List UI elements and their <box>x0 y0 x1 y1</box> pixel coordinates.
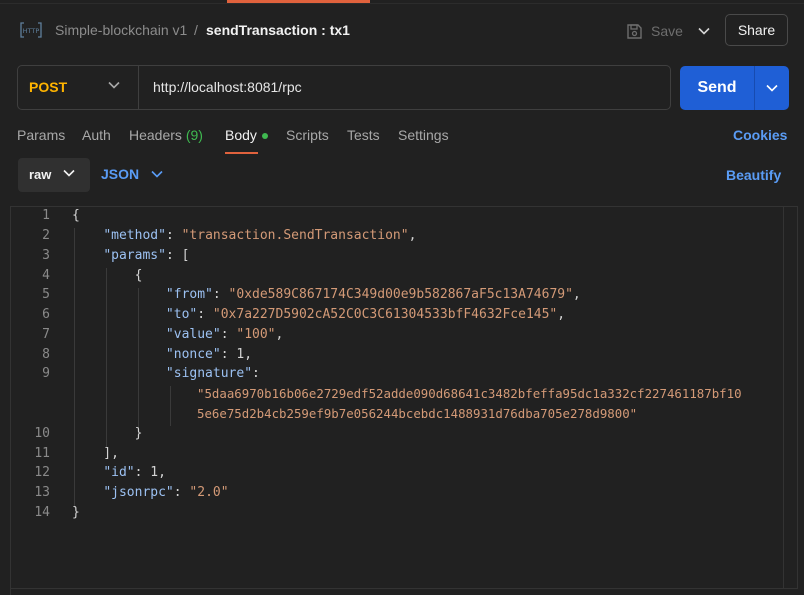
line-number: 4 <box>42 268 50 283</box>
json-string: "5daa6970b16b06e2729edf52adde090d68641c3… <box>197 386 742 401</box>
method-label: POST <box>29 79 68 95</box>
json-string: "0xde589C867174C349d00e9b582867aF5c13A74… <box>228 287 573 302</box>
json-string: "0x7a227D5902cA52C0C3C61304533bfF4632Fce… <box>212 307 558 322</box>
send-options-button[interactable] <box>755 66 789 110</box>
code-line: ], <box>72 446 119 461</box>
code-line: "nonce": 1, <box>165 347 253 362</box>
json-key: "value" <box>165 327 221 342</box>
chevron-down-icon <box>698 27 710 35</box>
line-number: 9 <box>42 366 50 381</box>
breadcrumb-collection[interactable]: Simple-blockchain v1 <box>55 22 187 38</box>
code-line: 5e6e75d2b4cb259ef9b7e056244bcebdc1488931… <box>197 404 637 424</box>
code-line: "id": 1, <box>103 465 166 480</box>
cookies-link[interactable]: Cookies <box>733 127 787 143</box>
json-key: "signature" <box>165 366 253 381</box>
line-number: 2 <box>42 228 50 243</box>
share-button[interactable]: Share <box>725 14 788 46</box>
tab-tests[interactable]: Tests <box>347 127 380 143</box>
indent-guide <box>170 386 171 426</box>
json-string: "100" <box>236 327 276 342</box>
tab-headers-label: Headers <box>129 127 182 143</box>
line-number: 5 <box>42 287 50 302</box>
chevron-down-icon <box>108 81 120 89</box>
http-icon: HTTP <box>20 22 42 38</box>
body-language-label: JSON <box>101 166 140 182</box>
editor-bottom-border <box>10 588 798 589</box>
line-number: 1 <box>42 208 50 223</box>
code-line: "to": "0x7a227D5902cA52C0C3C61304533bfF4… <box>165 307 566 322</box>
line-number: 3 <box>42 248 50 263</box>
code-line: { <box>72 268 143 283</box>
chevron-down-icon <box>151 170 163 178</box>
tab-body[interactable]: Body <box>225 127 257 143</box>
json-number: 1 <box>236 347 245 362</box>
save-options-button[interactable] <box>694 18 714 44</box>
breadcrumb-separator: / <box>194 22 198 38</box>
save-icon <box>627 23 642 39</box>
beautify-button[interactable]: Beautify <box>726 167 781 183</box>
line-number: 10 <box>34 426 50 441</box>
url-divider <box>138 66 139 109</box>
tab-bar-border <box>0 3 804 4</box>
line-number: 14 <box>34 505 50 520</box>
chevron-down-icon <box>63 169 75 177</box>
headers-count-badge: (9) <box>185 127 203 143</box>
body-modified-indicator <box>262 133 268 139</box>
line-number: 6 <box>42 307 50 322</box>
line-number: 12 <box>34 465 50 480</box>
line-number: 13 <box>34 485 50 500</box>
body-mode-label: raw <box>29 167 52 182</box>
line-number: 8 <box>42 347 50 362</box>
code-line: "jsonrpc": "2.0" <box>103 485 229 500</box>
json-key: "id" <box>103 465 135 480</box>
tab-scripts[interactable]: Scripts <box>286 127 329 143</box>
editor-scrollbar[interactable] <box>783 207 798 588</box>
code-line: "method": "transaction.SendTransaction", <box>103 228 417 243</box>
send-button[interactable]: Send <box>680 66 754 110</box>
code-line: "params": [ <box>103 248 190 263</box>
body-mode-select[interactable]: raw <box>18 158 90 192</box>
request-title[interactable]: sendTransaction : tx1 <box>206 22 350 38</box>
json-key: "method" <box>103 228 166 243</box>
body-language-select[interactable]: JSON <box>101 166 163 182</box>
code-line: "value": "100", <box>165 327 284 342</box>
tab-headers[interactable]: Headers (9) <box>129 127 203 143</box>
code-line: } <box>72 505 80 520</box>
tab-params[interactable]: Params <box>17 127 65 143</box>
json-key: "to" <box>165 307 198 322</box>
svg-text:HTTP: HTTP <box>23 27 40 35</box>
json-key: "nonce" <box>165 347 221 362</box>
json-key: "params" <box>103 248 166 263</box>
code-line: { <box>72 208 80 223</box>
json-string: "transaction.SendTransaction" <box>181 228 409 243</box>
save-button[interactable]: Save <box>626 18 683 44</box>
json-key: "jsonrpc" <box>103 485 174 500</box>
json-string: 5e6e75d2b4cb259ef9b7e056244bcebdc1488931… <box>197 406 638 421</box>
tab-body-underline <box>225 152 258 154</box>
chevron-down-icon <box>766 84 778 92</box>
json-string: "2.0" <box>189 485 229 500</box>
json-number: 1 <box>150 465 159 480</box>
line-number: 11 <box>34 446 50 461</box>
tab-settings[interactable]: Settings <box>398 127 449 143</box>
save-label: Save <box>651 23 683 39</box>
code-line: "5daa6970b16b06e2729edf52adde090d68641c3… <box>197 384 742 404</box>
json-key: "from" <box>165 287 213 302</box>
tab-auth[interactable]: Auth <box>82 127 111 143</box>
method-select[interactable]: POST <box>17 65 138 110</box>
code-line: "signature": <box>165 366 260 381</box>
url-input[interactable]: http://localhost:8081/rpc <box>153 79 302 95</box>
line-number: 7 <box>42 327 50 342</box>
code-line: } <box>72 426 143 441</box>
code-line: "from": "0xde589C867174C349d00e9b582867a… <box>165 287 581 302</box>
